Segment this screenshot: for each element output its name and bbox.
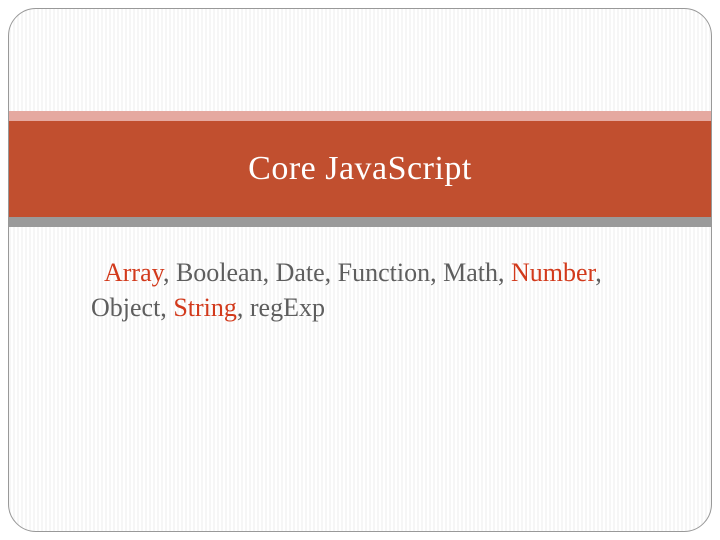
accent-stripe-bottom [9, 217, 711, 227]
title-band: Core JavaScript [9, 111, 711, 227]
body-text: Array, Boolean, Date, Function, Math, Nu… [91, 255, 641, 325]
type-number: Number [511, 258, 595, 287]
type-array: Array [104, 258, 163, 287]
type-string: String [173, 293, 237, 322]
slide-frame: Core JavaScript Array, Boolean, Date, Fu… [8, 8, 712, 532]
type-segment-1: , Boolean, Date, Function, Math, [163, 258, 511, 287]
slide-title: Core JavaScript [248, 150, 472, 188]
title-bar: Core JavaScript [9, 121, 711, 217]
accent-stripe-top [9, 111, 711, 121]
type-segment-3: , regExp [237, 293, 325, 322]
